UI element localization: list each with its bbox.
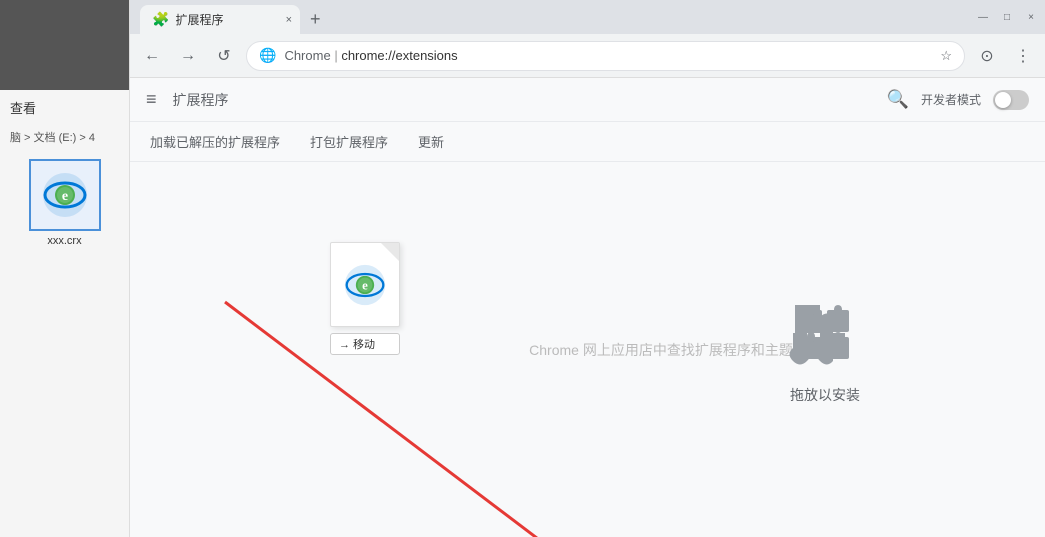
file-explorer-panel: 查看 脑 > 文档 (E:) > 4 e xxx.crx	[0, 0, 130, 537]
dev-mode-toggle[interactable]	[993, 90, 1029, 110]
svg-text:e: e	[61, 189, 67, 204]
dev-mode-label: 开发者模式	[921, 91, 981, 108]
address-bar: ← → ↺ 🌐 Chrome | chrome://extensions ☆ ⊙…	[130, 34, 1045, 78]
load-unpacked-btn[interactable]: 加载已解压的扩展程序	[150, 124, 280, 159]
extensions-title: 扩展程序	[173, 90, 229, 110]
header-right: 🔍 开发者模式	[887, 89, 1029, 110]
update-btn[interactable]: 更新	[418, 124, 444, 159]
panel-label: 查看	[0, 90, 129, 125]
new-tab-btn[interactable]: +	[300, 5, 331, 34]
bookmark-icon[interactable]: ☆	[940, 48, 952, 64]
drop-zone: 拖放以安装	[785, 295, 865, 405]
tab-close-btn[interactable]: ×	[286, 14, 292, 26]
url-box[interactable]: 🌐 Chrome | chrome://extensions ☆	[246, 41, 965, 71]
crx-file-icon-box: e	[29, 159, 101, 231]
globe-icon: 🌐	[259, 47, 276, 64]
toolbar-icons: ⊙ ⋮	[973, 42, 1037, 70]
dragged-crx-file: e → 移动	[330, 242, 400, 355]
minimize-btn[interactable]: —	[977, 11, 989, 23]
pack-extension-btn[interactable]: 打包扩展程序	[310, 124, 388, 159]
title-bar: 🧩 扩展程序 × + — □ ×	[130, 0, 1045, 34]
menu-btn[interactable]: ⋮	[1009, 42, 1037, 70]
breadcrumb: 脑 > 文档 (E:) > 4	[0, 125, 129, 149]
fold-corner	[381, 243, 399, 261]
svg-text:e: e	[362, 278, 368, 292]
sub-nav: 加载已解压的扩展程序 打包扩展程序 更新	[130, 122, 1045, 162]
forward-btn[interactable]: →	[174, 42, 202, 70]
drag-arrow	[195, 272, 695, 537]
extensions-header: ≡ 扩展程序 🔍 开发者模式	[130, 78, 1045, 122]
puzzle-icon	[785, 295, 865, 375]
tab-label: 扩展程序	[175, 11, 223, 28]
crx-file-item[interactable]: e xxx.crx	[25, 159, 105, 247]
url-prefix: Chrome	[284, 48, 330, 63]
tab-puzzle-icon: 🧩	[152, 11, 169, 28]
refresh-btn[interactable]: ↺	[210, 42, 238, 70]
file-name-label: xxx.crx	[25, 235, 105, 247]
url-text: Chrome | chrome://extensions	[284, 48, 932, 63]
panel-top-image	[0, 0, 129, 90]
extensions-tab[interactable]: 🧩 扩展程序 ×	[140, 5, 300, 34]
chrome-window: 🧩 扩展程序 × + — □ × ← → ↺ 🌐 Chrome | chrome…	[130, 0, 1045, 537]
close-btn[interactable]: ×	[1025, 11, 1037, 23]
window-controls: — □ ×	[977, 0, 1045, 34]
search-icon[interactable]: 🔍	[887, 89, 909, 110]
crx-file-icon: e	[330, 242, 400, 327]
drop-label: 拖放以安装	[790, 385, 860, 405]
ie-logo-dragged-icon: e	[343, 263, 387, 307]
maximize-btn[interactable]: □	[1001, 11, 1013, 23]
toggle-knob	[995, 92, 1011, 108]
back-btn[interactable]: ←	[138, 42, 166, 70]
main-content: Chrome 网上应用店中查找扩展程序和主题背景	[130, 162, 1045, 537]
drag-hint-text: Chrome 网上应用店中查找扩展程序和主题背景	[529, 340, 821, 360]
hamburger-icon[interactable]: ≡	[146, 89, 157, 110]
ie-logo-icon: e	[41, 171, 89, 219]
move-badge: → 移动	[330, 333, 400, 355]
url-suffix: chrome://extensions	[341, 48, 457, 63]
profile-btn[interactable]: ⊙	[973, 42, 1001, 70]
